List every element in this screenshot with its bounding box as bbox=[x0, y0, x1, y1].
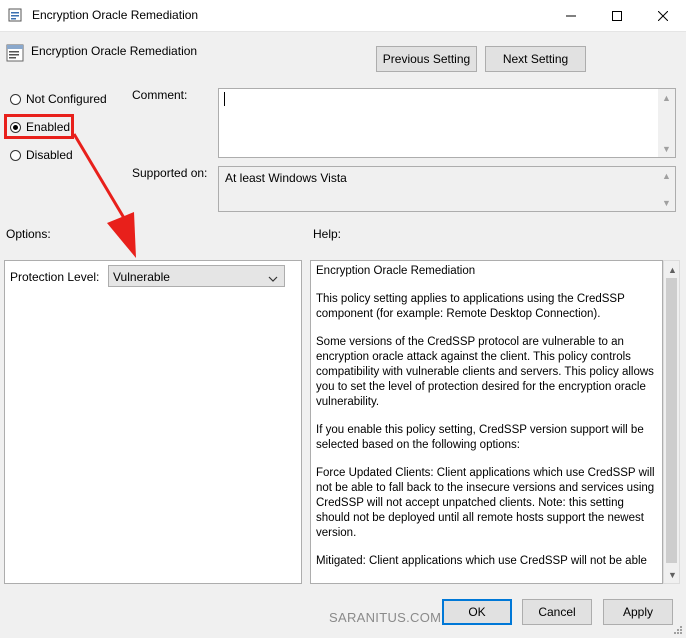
protection-level-value: Vulnerable bbox=[113, 270, 170, 284]
next-setting-label: Next Setting bbox=[502, 52, 569, 66]
policy-icon bbox=[8, 8, 22, 22]
cancel-label: Cancel bbox=[538, 605, 576, 619]
help-paragraph: Mitigated: Client applications which use… bbox=[316, 555, 647, 567]
title-bar: Encryption Oracle Remediation bbox=[0, 0, 686, 32]
supported-on-label: Supported on: bbox=[132, 166, 208, 180]
help-scrollbar[interactable]: ▲ ▼ bbox=[663, 260, 680, 584]
protection-level-dropdown[interactable]: Vulnerable bbox=[108, 265, 285, 287]
ok-label: OK bbox=[468, 605, 486, 619]
protection-level-label: Protection Level: bbox=[10, 270, 100, 284]
help-paragraph: Some versions of the CredSSP protocol ar… bbox=[316, 336, 654, 408]
text-cursor bbox=[224, 92, 225, 106]
ok-button[interactable]: OK bbox=[442, 599, 512, 625]
radio-disabled[interactable]: Disabled bbox=[10, 148, 73, 162]
previous-setting-button[interactable]: Previous Setting bbox=[376, 46, 477, 72]
comment-scrollbar[interactable]: ▲ ▼ bbox=[658, 89, 675, 157]
highlight-box bbox=[4, 114, 74, 139]
help-paragraph: This policy setting applies to applicati… bbox=[316, 293, 625, 320]
options-panel: Protection Level: Vulnerable bbox=[4, 260, 302, 584]
scroll-up-icon[interactable]: ▲ bbox=[658, 89, 675, 106]
radio-label: Not Configured bbox=[26, 92, 107, 106]
previous-setting-label: Previous Setting bbox=[382, 52, 471, 66]
radio-circle bbox=[10, 93, 21, 105]
help-paragraph: If you enable this policy setting, CredS… bbox=[316, 424, 644, 451]
supported-on-value: At least Windows Vista bbox=[225, 171, 347, 185]
radio-not-configured[interactable]: Not Configured bbox=[10, 92, 107, 106]
scroll-up-icon[interactable]: ▲ bbox=[658, 167, 675, 184]
options-label: Options: bbox=[6, 227, 51, 241]
help-text: Encryption Oracle Remediation This polic… bbox=[316, 264, 656, 582]
scroll-down-icon[interactable]: ▼ bbox=[664, 566, 681, 583]
next-setting-button[interactable]: Next Setting bbox=[485, 46, 586, 72]
help-paragraph: Force Updated Clients: Client applicatio… bbox=[316, 467, 655, 539]
comment-label: Comment: bbox=[132, 88, 188, 102]
policy-name: Encryption Oracle Remediation bbox=[31, 44, 198, 58]
minimize-icon[interactable] bbox=[548, 0, 594, 31]
supported-scrollbar[interactable]: ▲ ▼ bbox=[658, 167, 675, 211]
scroll-up-icon[interactable]: ▲ bbox=[664, 261, 681, 278]
maximize-icon[interactable] bbox=[594, 0, 640, 31]
chevron-down-icon bbox=[268, 272, 278, 286]
scroll-down-icon[interactable]: ▼ bbox=[658, 140, 675, 157]
window-title: Encryption Oracle Remediation bbox=[32, 8, 199, 22]
radio-label: Disabled bbox=[26, 148, 73, 162]
help-panel: Encryption Oracle Remediation This polic… bbox=[310, 260, 663, 584]
watermark: SARANITUS.COM bbox=[329, 610, 442, 625]
scroll-thumb[interactable] bbox=[666, 278, 677, 563]
close-icon[interactable] bbox=[640, 0, 686, 31]
help-paragraph: Encryption Oracle Remediation bbox=[316, 265, 476, 277]
policy-setting-icon bbox=[6, 44, 24, 62]
radio-circle bbox=[10, 149, 21, 161]
apply-label: Apply bbox=[622, 605, 654, 619]
help-label: Help: bbox=[313, 227, 342, 241]
cancel-button[interactable]: Cancel bbox=[522, 599, 592, 625]
comment-field[interactable]: ▲ ▼ bbox=[218, 88, 676, 158]
supported-on-field: At least Windows Vista ▲ ▼ bbox=[218, 166, 676, 212]
scroll-down-icon[interactable]: ▼ bbox=[658, 194, 675, 211]
apply-button[interactable]: Apply bbox=[603, 599, 673, 625]
